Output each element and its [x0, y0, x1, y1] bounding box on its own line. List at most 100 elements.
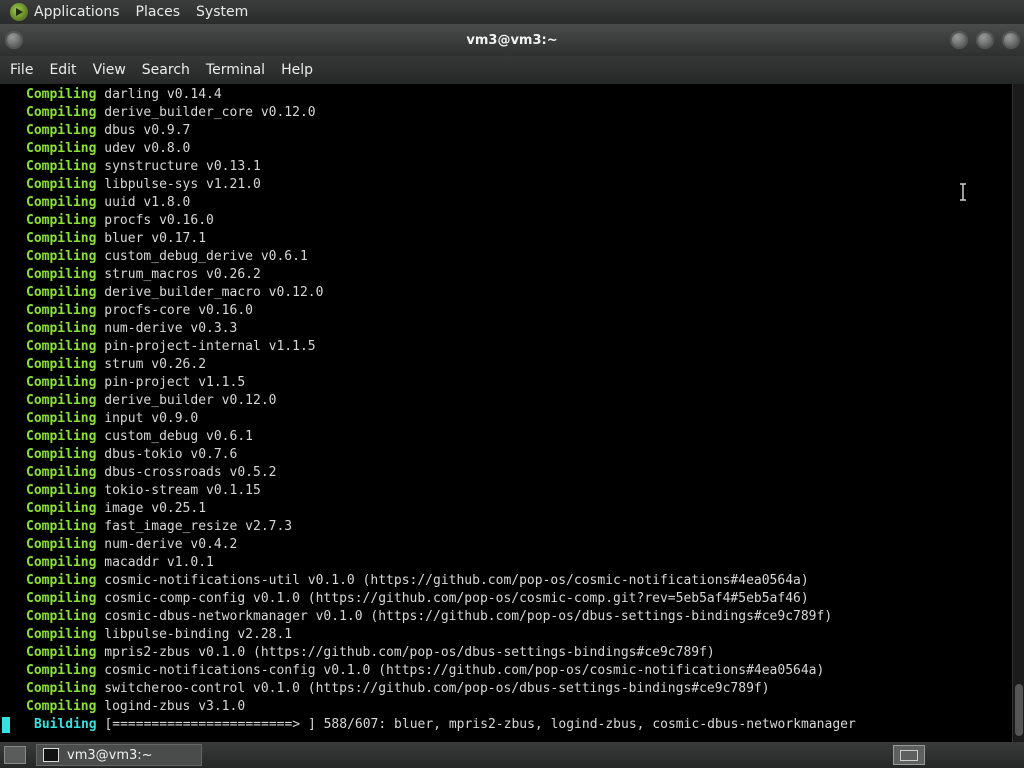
terminal-icon	[43, 748, 59, 762]
applications-logo-icon[interactable]	[10, 3, 28, 21]
terminal-line: Compiling procfs v0.16.0	[26, 212, 214, 230]
terminal-line: Compiling dbus v0.9.7	[26, 122, 190, 140]
compiling-keyword: Compiling	[26, 231, 97, 246]
terminal-line: Compiling input v0.9.0	[26, 410, 198, 428]
places-menu[interactable]: Places	[136, 0, 181, 24]
compiling-keyword: Compiling	[26, 501, 97, 516]
crate-text: custom_debug_derive v0.6.1	[104, 249, 308, 264]
crate-text: cosmic-notifications-config v0.1.0 (http…	[104, 663, 825, 678]
terminal-line: Compiling pin-project v1.1.5	[26, 374, 245, 392]
crate-text: dbus-crossroads v0.5.2	[104, 465, 277, 480]
compiling-keyword: Compiling	[26, 357, 97, 372]
terminal-line: Compiling custom_debug_derive v0.6.1	[26, 248, 308, 266]
building-keyword: Building	[34, 717, 97, 732]
compiling-keyword: Compiling	[26, 627, 97, 642]
compiling-keyword: Compiling	[26, 519, 97, 534]
terminal-line: Compiling synstructure v0.13.1	[26, 158, 261, 176]
crate-text: pin-project v1.1.5	[104, 375, 246, 390]
taskbar-terminal-button[interactable]: vm3@vm3:~	[36, 744, 202, 766]
workspace-window-icon	[900, 750, 918, 761]
menu-file[interactable]: File	[10, 62, 33, 78]
show-desktop-icon[interactable]	[4, 746, 26, 764]
compiling-keyword: Compiling	[26, 141, 97, 156]
applications-menu[interactable]: Applications	[34, 0, 120, 24]
compiling-keyword: Compiling	[26, 321, 97, 336]
crate-text: derive_builder_core v0.12.0	[104, 105, 316, 120]
terminal-line: Compiling cosmic-dbus-networkmanager v0.…	[26, 608, 832, 626]
compiling-keyword: Compiling	[26, 195, 97, 210]
workspace-switcher[interactable]	[893, 745, 925, 765]
terminal-line: Compiling logind-zbus v3.1.0	[26, 698, 245, 716]
crate-text: custom_debug v0.6.1	[104, 429, 253, 444]
compiling-keyword: Compiling	[26, 339, 97, 354]
compiling-keyword: Compiling	[26, 663, 97, 678]
compiling-keyword: Compiling	[26, 699, 97, 714]
compiling-keyword: Compiling	[26, 159, 97, 174]
crate-text: dbus-tokio v0.7.6	[104, 447, 238, 462]
crate-text: synstructure v0.13.1	[104, 159, 261, 174]
crate-text: bluer v0.17.1	[104, 231, 207, 246]
terminal-output[interactable]: Compiling darling v0.14.4 Compiling deriv…	[0, 84, 1012, 742]
compiling-keyword: Compiling	[26, 177, 97, 192]
bottom-panel: vm3@vm3:~	[0, 742, 1024, 768]
terminal-line: Compiling mpris2-zbus v0.1.0 (https://gi…	[26, 644, 715, 662]
terminal-line: Compiling libpulse-sys v1.21.0	[26, 176, 261, 194]
compiling-keyword: Compiling	[26, 267, 97, 282]
crate-text: procfs v0.16.0	[104, 213, 214, 228]
terminal-line: Compiling derive_builder_macro v0.12.0	[26, 284, 323, 302]
compiling-keyword: Compiling	[26, 411, 97, 426]
compiling-keyword: Compiling	[26, 123, 97, 138]
compiling-keyword: Compiling	[26, 645, 97, 660]
terminal-line: Compiling custom_debug v0.6.1	[26, 428, 253, 446]
crate-text: libpulse-sys v1.21.0	[104, 177, 261, 192]
compiling-keyword: Compiling	[26, 537, 97, 552]
menu-edit[interactable]: Edit	[49, 62, 76, 78]
terminal-cursor	[2, 717, 10, 733]
compiling-keyword: Compiling	[26, 447, 97, 462]
crate-text: num-derive v0.3.3	[104, 321, 238, 336]
crate-text: strum v0.26.2	[104, 357, 207, 372]
crate-text: udev v0.8.0	[104, 141, 191, 156]
terminal-line: Compiling pin-project-internal v1.1.5	[26, 338, 316, 356]
terminal-line: Compiling num-derive v0.4.2	[26, 536, 237, 554]
maximize-button[interactable]	[976, 31, 994, 49]
scrollbar-thumb[interactable]	[1015, 684, 1023, 736]
crate-text: macaddr v1.0.1	[104, 555, 214, 570]
close-button[interactable]	[1002, 31, 1020, 49]
building-progress-text: [=======================> ] 588/607: blu…	[104, 717, 856, 732]
crate-text: num-derive v0.4.2	[104, 537, 238, 552]
compiling-keyword: Compiling	[26, 393, 97, 408]
terminal-line: Compiling libpulse-binding v2.28.1	[26, 626, 292, 644]
menu-view[interactable]: View	[93, 62, 126, 78]
terminal-line: Compiling cosmic-comp-config v0.1.0 (htt…	[26, 590, 809, 608]
terminal-line: Compiling derive_builder v0.12.0	[26, 392, 276, 410]
crate-text: darling v0.14.4	[104, 87, 222, 102]
crate-text: fast_image_resize v2.7.3	[104, 519, 293, 534]
terminal-line: Compiling fast_image_resize v2.7.3	[26, 518, 292, 536]
minimize-button[interactable]	[950, 31, 968, 49]
crate-text: mpris2-zbus v0.1.0 (https://github.com/p…	[104, 645, 715, 660]
compiling-keyword: Compiling	[26, 465, 97, 480]
terminal-line: Compiling dbus-crossroads v0.5.2	[26, 464, 276, 482]
window-title: vm3@vm3:~	[466, 32, 558, 48]
menu-terminal[interactable]: Terminal	[206, 62, 265, 78]
terminal-line: Compiling cosmic-notifications-config v0…	[26, 662, 824, 680]
menu-search[interactable]: Search	[142, 62, 190, 78]
terminal-scrollbar[interactable]	[1012, 84, 1024, 742]
terminal-line: Compiling derive_builder_core v0.12.0	[26, 104, 316, 122]
menu-help[interactable]: Help	[281, 62, 313, 78]
compiling-keyword: Compiling	[26, 591, 97, 606]
window-titlebar[interactable]: vm3@vm3:~	[0, 24, 1024, 56]
compiling-keyword: Compiling	[26, 681, 97, 696]
terminal-line: Compiling bluer v0.17.1	[26, 230, 206, 248]
crate-text: cosmic-comp-config v0.1.0 (https://githu…	[104, 591, 809, 606]
crate-text: derive_builder v0.12.0	[104, 393, 277, 408]
window-menu-button[interactable]	[5, 31, 23, 49]
terminal-line: Compiling tokio-stream v0.1.15	[26, 482, 261, 500]
compiling-keyword: Compiling	[26, 285, 97, 300]
crate-text: uuid v1.8.0	[104, 195, 191, 210]
compiling-keyword: Compiling	[26, 375, 97, 390]
system-menu[interactable]: System	[196, 0, 248, 24]
terminal-line: Compiling strum v0.26.2	[26, 356, 206, 374]
terminal-line: Compiling darling v0.14.4	[26, 86, 222, 104]
